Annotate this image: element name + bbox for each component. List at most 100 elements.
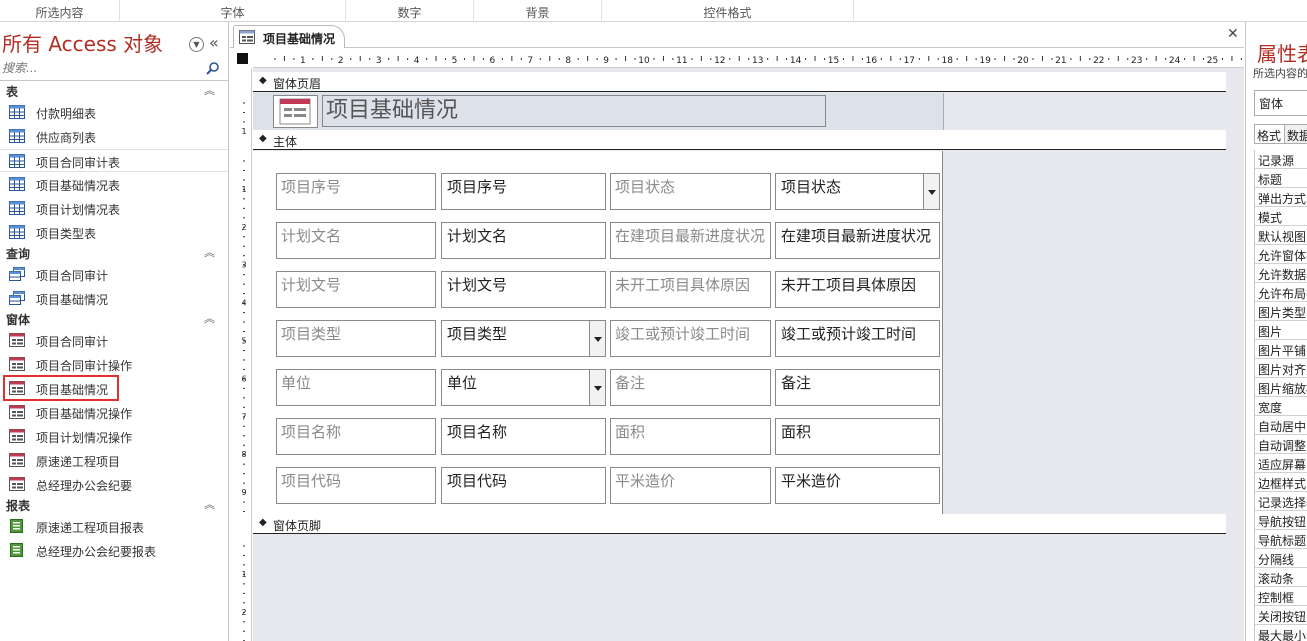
nav-menu-icon[interactable]: ▼ xyxy=(189,37,204,52)
dropdown-arrow-icon[interactable] xyxy=(589,321,605,356)
property-row[interactable]: 导航按钮 xyxy=(1254,511,1307,530)
property-row[interactable]: 图片缩放模式 xyxy=(1254,378,1307,397)
dropdown-arrow-icon[interactable] xyxy=(923,174,939,209)
nav-search-input[interactable] xyxy=(0,57,200,79)
section-bar-header[interactable]: ◆ 窗体页眉 xyxy=(253,72,1226,92)
close-icon[interactable]: ✕ xyxy=(1227,26,1239,42)
combo-box[interactable]: 项目状态 xyxy=(775,173,940,210)
nav-item[interactable]: 原速递工程项目报表 xyxy=(0,515,228,538)
field-label[interactable]: 项目代码 xyxy=(276,467,436,504)
nav-category-header[interactable]: 报表 ︽ xyxy=(0,496,228,514)
property-row[interactable]: 记录源 xyxy=(1254,150,1307,169)
property-row[interactable]: 最大最小化按钮 xyxy=(1254,625,1307,641)
property-row[interactable]: 宽度 xyxy=(1254,397,1307,416)
form-selector[interactable] xyxy=(237,53,248,64)
text-box[interactable]: 项目名称 xyxy=(441,418,606,455)
property-row[interactable]: 允许窗体视图 xyxy=(1254,245,1307,264)
object-type-select[interactable]: 窗体 xyxy=(1254,90,1307,116)
search-icon[interactable] xyxy=(206,61,220,78)
section-bar-footer[interactable]: ◆ 窗体页脚 xyxy=(253,514,1226,534)
property-row[interactable]: 标题 xyxy=(1254,169,1307,188)
property-row[interactable]: 允许布局视图 xyxy=(1254,283,1307,302)
nav-category-header[interactable]: 查询 ︽ xyxy=(0,244,228,262)
nav-item[interactable]: 总经理办公会纪要报表 xyxy=(0,539,228,562)
property-row[interactable]: 图片对齐方式 xyxy=(1254,359,1307,378)
text-box[interactable]: 项目序号 xyxy=(441,173,606,210)
text-box[interactable]: 计划文名 xyxy=(441,222,606,259)
field-label[interactable]: 面积 xyxy=(610,418,771,455)
property-row[interactable]: 记录选择器 xyxy=(1254,492,1307,511)
property-row[interactable]: 关闭按钮 xyxy=(1254,606,1307,625)
property-row[interactable]: 分隔线 xyxy=(1254,549,1307,568)
collapse-chevron-icon[interactable]: ︽ xyxy=(204,496,215,512)
collapse-chevron-icon[interactable]: ︽ xyxy=(204,310,215,326)
nav-item[interactable]: 原速递工程项目 xyxy=(0,449,228,472)
field-label[interactable]: 备注 xyxy=(610,369,771,406)
text-box[interactable]: 面积 xyxy=(775,418,940,455)
nav-item[interactable]: 项目合同审计 xyxy=(0,329,228,352)
property-row[interactable]: 弹出方式 xyxy=(1254,188,1307,207)
tab-form-design[interactable]: 项目基础情况 xyxy=(233,25,345,48)
property-row[interactable]: 边框样式 xyxy=(1254,473,1307,492)
text-box[interactable]: 未开工项目具体原因 xyxy=(775,271,940,308)
field-label[interactable]: 项目名称 xyxy=(276,418,436,455)
property-tab[interactable]: 格式 xyxy=(1254,124,1285,144)
detail-section[interactable]: 项目序号 项目序号 项目状态 项目状态 计划文名 计划文名 在建项目最新进度状况 在建项目最新… xyxy=(253,151,943,514)
property-tab[interactable]: 数据 xyxy=(1284,124,1307,144)
field-label[interactable]: 计划文号 xyxy=(276,271,436,308)
text-box-text: 项目代码 xyxy=(447,472,508,490)
text-box[interactable]: 项目代码 xyxy=(441,467,606,504)
field-label[interactable]: 项目序号 xyxy=(276,173,436,210)
nav-item[interactable]: 项目基础情况 xyxy=(0,287,228,310)
text-box[interactable]: 竣工或预计竣工时间 xyxy=(775,320,940,357)
nav-item[interactable]: 项目合同审计操作 xyxy=(0,353,228,376)
field-label[interactable]: 项目状态 xyxy=(610,173,771,210)
property-row[interactable]: 允许数据表视图 xyxy=(1254,264,1307,283)
field-label[interactable]: 在建项目最新进度状况 xyxy=(610,222,771,259)
collapse-chevron-icon[interactable]: ︽ xyxy=(204,82,215,98)
nav-item[interactable]: 项目合同审计 xyxy=(0,263,228,286)
field-label[interactable]: 计划文名 xyxy=(276,222,436,259)
property-row[interactable]: 图片平铺 xyxy=(1254,340,1307,359)
combo-box[interactable]: 单位 xyxy=(441,369,606,406)
nav-item[interactable]: 项目类型表 xyxy=(0,221,228,244)
text-box[interactable]: 平米造价 xyxy=(775,467,940,504)
property-row[interactable]: 模式 xyxy=(1254,207,1307,226)
property-row[interactable]: 自动居中 xyxy=(1254,416,1307,435)
nav-item[interactable]: 供应商列表 xyxy=(0,125,228,148)
text-box[interactable]: 计划文号 xyxy=(441,271,606,308)
nav-item[interactable]: 项目计划情况操作 xyxy=(0,425,228,448)
field-label[interactable]: 单位 xyxy=(276,369,436,406)
section-bar-detail[interactable]: ◆ 主体 xyxy=(253,130,1226,150)
property-row[interactable]: 图片 xyxy=(1254,321,1307,340)
form-footer-area[interactable] xyxy=(253,536,1226,641)
property-row[interactable]: 图片类型 xyxy=(1254,302,1307,321)
field-label[interactable]: 未开工项目具体原因 xyxy=(610,271,771,308)
property-row[interactable]: 适应屏幕 xyxy=(1254,454,1307,473)
property-row[interactable]: 默认视图 xyxy=(1254,226,1307,245)
property-row[interactable]: 导航标题 xyxy=(1254,530,1307,549)
dropdown-arrow-icon[interactable] xyxy=(589,370,605,405)
nav-item[interactable]: 项目计划情况表 xyxy=(0,197,228,220)
nav-category-header[interactable]: 表 ︽ xyxy=(0,82,228,100)
combo-box[interactable]: 项目类型 xyxy=(441,320,606,357)
text-box[interactable]: 在建项目最新进度状况 xyxy=(775,222,940,259)
nav-item[interactable]: 付款明细表 xyxy=(0,101,228,124)
nav-category-header[interactable]: 窗体 ︽ xyxy=(0,310,228,328)
property-row[interactable]: 控制框 xyxy=(1254,587,1307,606)
nav-item[interactable]: 项目合同审计表 xyxy=(0,149,228,172)
form-title-label[interactable]: 项目基础情况 xyxy=(322,95,826,127)
field-label[interactable]: 平米造价 xyxy=(610,467,771,504)
nav-item[interactable]: 项目基础情况操作 xyxy=(0,401,228,424)
text-box[interactable]: 备注 xyxy=(775,369,940,406)
field-label[interactable]: 项目类型 xyxy=(276,320,436,357)
property-row[interactable]: 滚动条 xyxy=(1254,568,1307,587)
field-label[interactable]: 竣工或预计竣工时间 xyxy=(610,320,771,357)
nav-item[interactable]: 项目基础情况表 xyxy=(0,173,228,196)
nav-item[interactable]: 总经理办公会纪要 xyxy=(0,473,228,496)
property-row[interactable]: 自动调整 xyxy=(1254,435,1307,454)
nav-collapse-icon[interactable]: « xyxy=(209,33,219,52)
collapse-chevron-icon[interactable]: ︽ xyxy=(204,244,215,260)
form-logo-icon[interactable] xyxy=(273,95,318,128)
nav-title[interactable]: 所有 Access 对象 xyxy=(2,28,163,57)
